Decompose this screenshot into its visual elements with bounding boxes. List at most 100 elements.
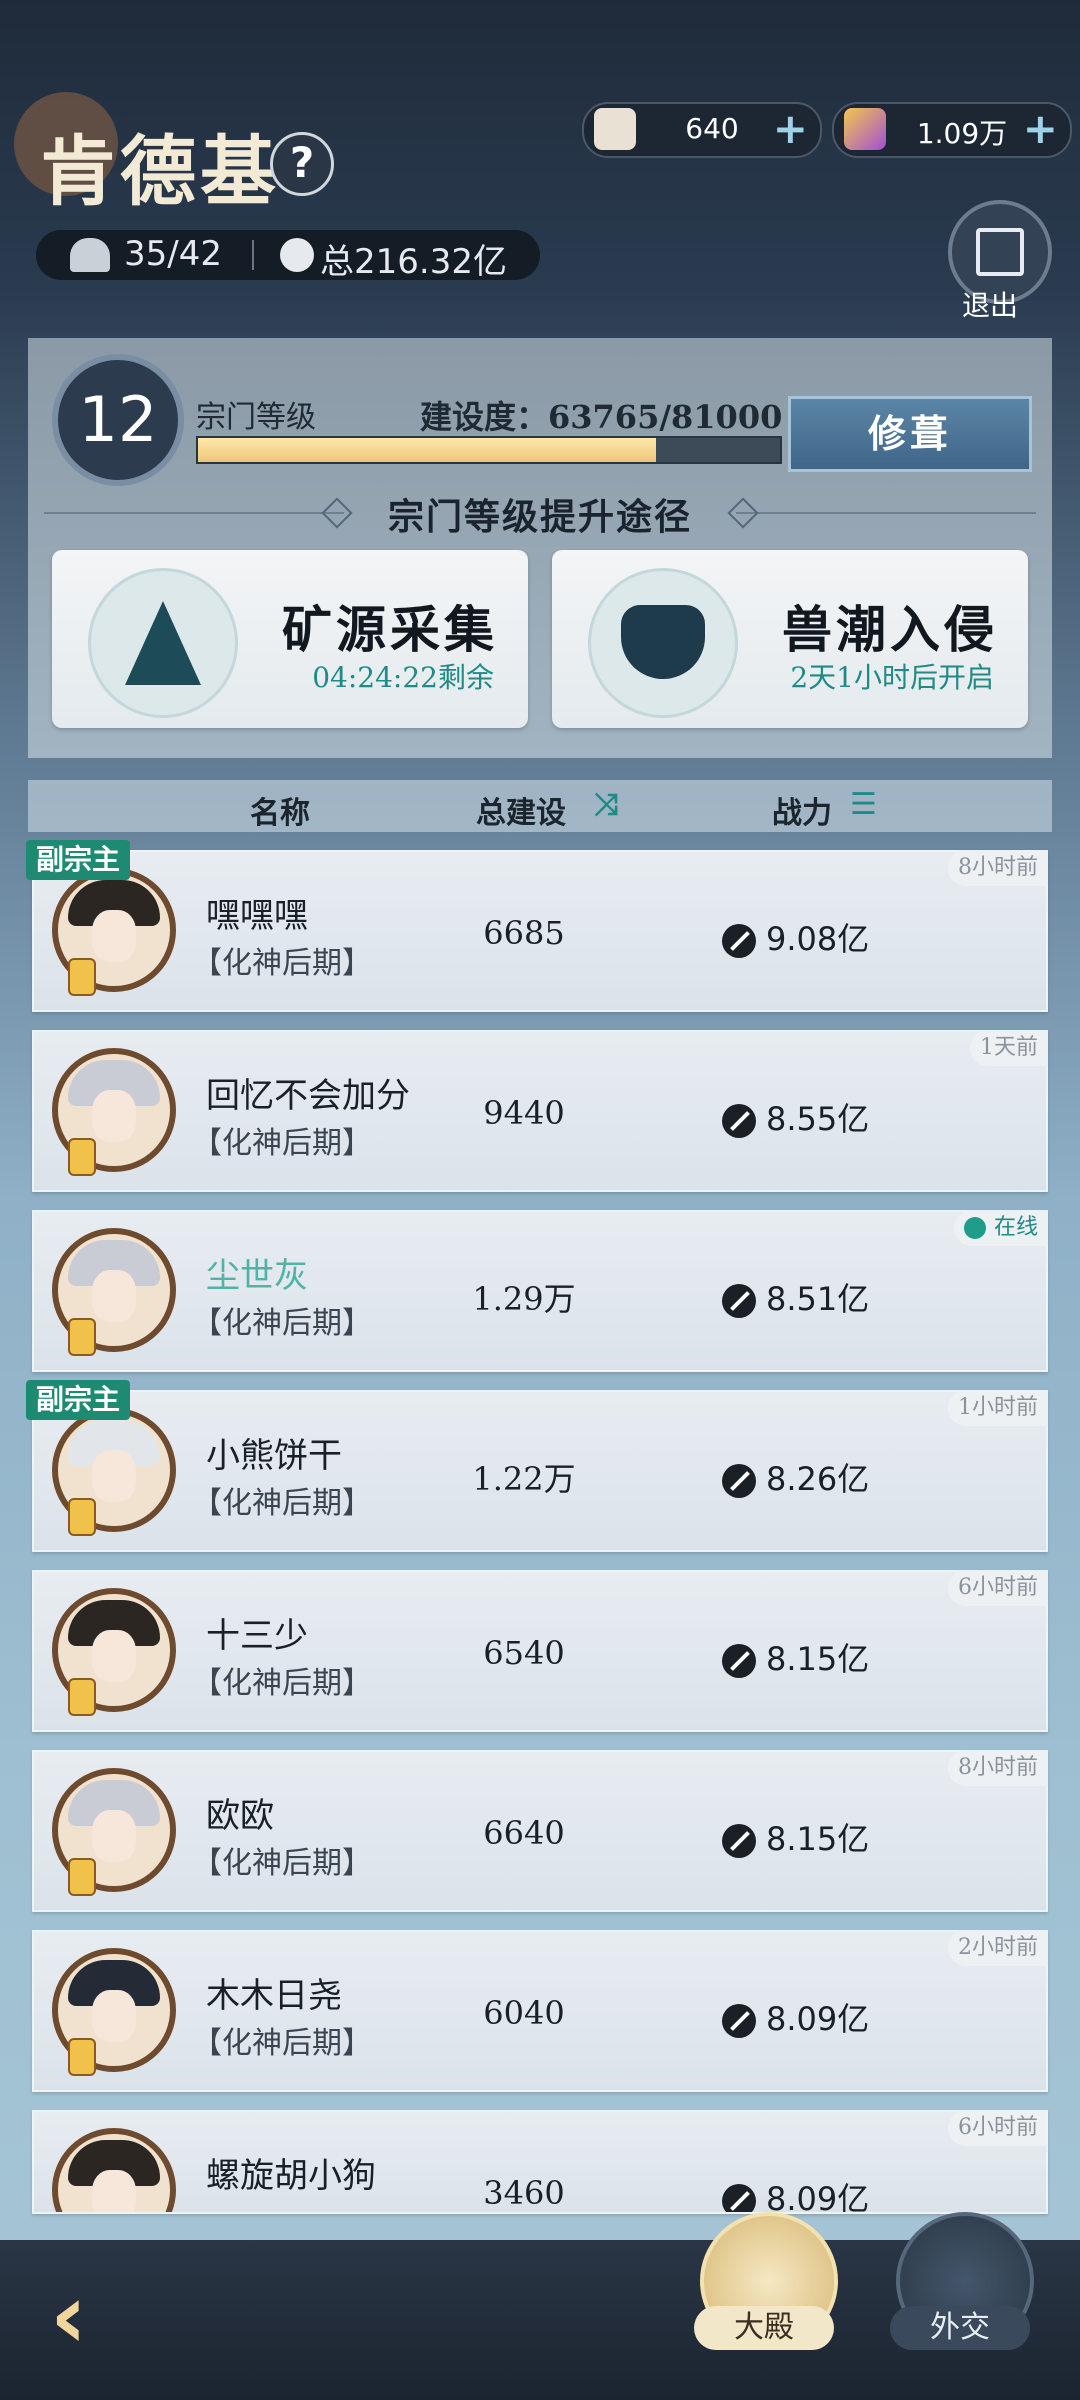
hall-nav-label[interactable]: 大殿 bbox=[694, 2306, 834, 2350]
currency-bar-2: 1.09万 + bbox=[832, 102, 1072, 158]
member-name: 螺旋胡小狗 bbox=[206, 2156, 376, 2196]
mine-collect-name: 矿源采集 bbox=[282, 600, 498, 659]
member-row[interactable]: 小熊饼干 【化神后期】 1.22万 8.26亿 1小时前 bbox=[32, 1390, 1048, 1552]
currency-2-value: 1.09万 bbox=[916, 117, 1008, 150]
mountain-shape bbox=[125, 601, 201, 685]
member-build: 6540 bbox=[483, 1634, 565, 1672]
member-power-value: 9.08亿 bbox=[766, 920, 870, 958]
vice-leader-badge: 副宗主 bbox=[26, 1380, 131, 1420]
member-last-online: 1小时前 bbox=[948, 1390, 1048, 1426]
member-rank: 【化神后期】 bbox=[192, 946, 372, 981]
col-name[interactable]: 名称 bbox=[250, 788, 310, 832]
member-build: 6040 bbox=[483, 1994, 565, 2032]
add-currency-2-button[interactable]: + bbox=[1023, 104, 1058, 154]
lantern-icon bbox=[68, 1678, 96, 1716]
member-rank: 【化神后期】 bbox=[192, 1846, 372, 1881]
construction-value: 建设度：63765/81000 bbox=[420, 398, 783, 436]
upgrade-route-title: 宗门等级提升途径 bbox=[387, 496, 692, 538]
member-avatar[interactable] bbox=[52, 1588, 176, 1716]
power-icon bbox=[722, 1644, 756, 1678]
beast-invasion-name: 兽潮入侵 bbox=[782, 600, 998, 659]
member-avatar[interactable] bbox=[52, 1948, 176, 2076]
purple-gem-icon bbox=[844, 108, 886, 150]
member-power-value: 8.26亿 bbox=[766, 1460, 870, 1498]
power-icon bbox=[722, 1284, 756, 1318]
col-power[interactable]: 战力 bbox=[772, 788, 832, 832]
member-power-value: 8.51亿 bbox=[766, 1280, 870, 1318]
member-time: 8小时前 bbox=[958, 855, 1038, 880]
member-row[interactable]: 木木日尧 【化神后期】 6040 8.09亿 2小时前 bbox=[32, 1930, 1048, 2092]
exit-icon bbox=[976, 228, 1024, 276]
member-rank: 【化神后期】 bbox=[192, 1126, 372, 1161]
member-row[interactable]: 嘿嘿嘿 【化神后期】 6685 9.08亿 8小时前 bbox=[32, 850, 1048, 1012]
member-power: 9.08亿 bbox=[722, 914, 869, 960]
lantern-icon bbox=[68, 1498, 96, 1536]
member-rank: 【化神后期】 bbox=[192, 1306, 372, 1341]
repair-button[interactable]: 修葺 bbox=[788, 396, 1032, 472]
member-avatar[interactable] bbox=[52, 868, 176, 996]
col-build[interactable]: 总建设 bbox=[476, 788, 566, 832]
scroll-icon bbox=[594, 108, 636, 150]
member-avatar[interactable] bbox=[52, 1048, 176, 1176]
construction-progress-bar bbox=[196, 436, 782, 464]
mine-collect-card[interactable]: 矿源采集 04:24:22剩余 bbox=[52, 550, 528, 728]
member-name: 十三少 bbox=[206, 1616, 308, 1656]
member-power-value: 8.15亿 bbox=[766, 1640, 870, 1678]
member-time: 6小时前 bbox=[958, 2115, 1038, 2140]
add-currency-1-button[interactable]: + bbox=[773, 104, 808, 154]
member-build: 9440 bbox=[483, 1094, 565, 1132]
member-last-online: 在线 bbox=[953, 1210, 1048, 1246]
member-power: 8.15亿 bbox=[722, 1814, 869, 1860]
beast-mask-icon bbox=[588, 568, 738, 718]
online-icon bbox=[963, 1217, 986, 1239]
member-name: 欧欧 bbox=[206, 1796, 274, 1836]
avatar-face bbox=[92, 1270, 136, 1322]
lantern-icon bbox=[68, 1138, 96, 1176]
help-button[interactable]: ? bbox=[270, 132, 334, 196]
power-icon bbox=[722, 1824, 756, 1858]
member-power-value: 8.15亿 bbox=[766, 1820, 870, 1858]
back-arrow-icon[interactable]: ‹ bbox=[50, 2272, 140, 2362]
diplomacy-nav-label[interactable]: 外交 bbox=[890, 2306, 1030, 2350]
exit-label: 退出 bbox=[962, 289, 1019, 322]
members-icon bbox=[70, 238, 110, 272]
member-build: 3460 bbox=[483, 2174, 565, 2212]
member-time: 1小时前 bbox=[958, 1395, 1038, 1420]
member-rank: 【化神后期】 bbox=[192, 1486, 372, 1521]
total-power: 总216.32亿 bbox=[320, 242, 507, 282]
lantern-icon bbox=[68, 1858, 96, 1896]
sect-title: 肯德基 bbox=[40, 127, 280, 216]
power-icon bbox=[722, 1104, 756, 1138]
member-last-online: 6小时前 bbox=[948, 1570, 1048, 1606]
member-last-online: 8小时前 bbox=[948, 1750, 1048, 1786]
beast-invasion-timer: 2天1小时后开启 bbox=[790, 661, 994, 694]
list-sort-icon[interactable]: ☰ bbox=[850, 790, 886, 820]
member-avatar[interactable] bbox=[52, 1228, 176, 1356]
power-icon bbox=[722, 2004, 756, 2038]
vice-leader-badge: 副宗主 bbox=[26, 840, 131, 880]
member-build: 6685 bbox=[483, 914, 565, 952]
member-name: 尘世灰 bbox=[206, 1256, 308, 1296]
member-build: 1.29万 bbox=[472, 1280, 576, 1318]
sect-stats-bar: 35/42 总216.32亿 bbox=[36, 230, 540, 282]
avatar-face bbox=[92, 1630, 136, 1682]
member-table-header: 名称 总建设 ⤨ 战力 ☰ bbox=[28, 780, 1052, 832]
shuffle-sort-icon[interactable]: ⤨ bbox=[594, 790, 628, 820]
member-build: 1.22万 bbox=[472, 1460, 576, 1498]
member-count: 35/42 bbox=[124, 234, 222, 274]
power-icon bbox=[722, 1464, 756, 1498]
member-avatar[interactable] bbox=[52, 1408, 176, 1536]
member-avatar[interactable] bbox=[52, 2128, 176, 2212]
beast-invasion-card[interactable]: 兽潮入侵 2天1小时后开启 bbox=[552, 550, 1028, 728]
member-row[interactable]: 欧欧 【化神后期】 6640 8.15亿 8小时前 bbox=[32, 1750, 1048, 1912]
mine-collect-timer: 04:24:22剩余 bbox=[312, 661, 494, 694]
member-avatar[interactable] bbox=[52, 1768, 176, 1896]
member-row[interactable]: 十三少【化神后期】 6540 8.15亿 6小时前 bbox=[32, 1570, 1048, 1732]
member-time: 2小时前 bbox=[958, 1935, 1038, 1960]
member-row[interactable]: 尘世灰【化神后期】 1.29万 8.51亿 在线 bbox=[32, 1210, 1048, 1372]
currency-1-value: 640 bbox=[685, 112, 739, 145]
member-rank: 【化神后期】 bbox=[192, 1666, 372, 1701]
member-last-online: 8小时前 bbox=[948, 850, 1048, 886]
member-row[interactable]: 螺旋胡小狗【化神后期】34608.09亿6小时前 bbox=[32, 2110, 1048, 2214]
member-row[interactable]: 回忆不会加分 【化神后期】 9440 8.55亿 1天前 bbox=[32, 1030, 1048, 1192]
